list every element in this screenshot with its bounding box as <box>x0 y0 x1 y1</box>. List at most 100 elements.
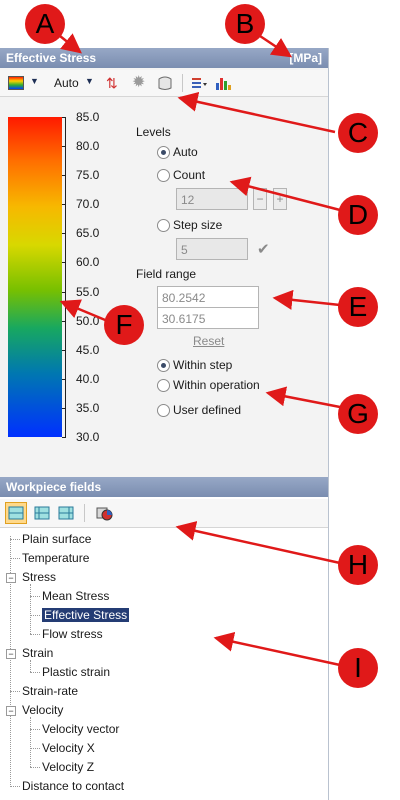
step-size-input[interactable]: 5 <box>176 238 248 260</box>
toolbar-separator <box>182 74 183 92</box>
tree-item-temperature[interactable]: Temperature <box>22 551 89 565</box>
legend-header: Effective Stress [MPa] <box>0 48 328 68</box>
color-palette-icon[interactable] <box>8 76 24 90</box>
scale-tick <box>62 407 66 409</box>
range-max-input[interactable]: 80.2542 <box>157 286 259 308</box>
tree-item-strain[interactable]: Strain <box>22 646 53 660</box>
scale-tick-label: 55.0 <box>76 284 100 299</box>
apply-check-icon[interactable]: ✔ <box>257 240 270 258</box>
scale-tick-label: 80.0 <box>76 139 100 154</box>
toolbar-separator <box>84 504 85 522</box>
levels-count-label: Count <box>173 168 206 182</box>
tree-guide-line <box>30 717 31 767</box>
callout-i: I <box>338 648 378 688</box>
scale-tick-label: 30.0 <box>76 430 100 444</box>
callout-d: D <box>338 195 378 235</box>
tree-item-plain-surface[interactable]: Plain surface <box>22 532 91 546</box>
scale-tick-label: 45.0 <box>76 342 100 357</box>
scale-tick <box>62 320 66 322</box>
mode-dropdown-label[interactable]: Auto <box>54 76 79 90</box>
scale-tick-label: 35.0 <box>76 400 100 415</box>
tree-guide-line <box>10 558 20 559</box>
palette-dropdown-icon[interactable]: ▼ <box>30 76 39 86</box>
collapse-toggle-icon[interactable]: − <box>6 573 16 583</box>
workpiece-title: Workpiece fields <box>6 480 102 494</box>
legend-unit: [MPa] <box>289 51 322 65</box>
view-mode-3-icon[interactable] <box>56 503 76 523</box>
callout-b: B <box>225 4 265 44</box>
field-range-heading: Field range <box>136 267 197 281</box>
within-operation-radio[interactable] <box>157 379 170 392</box>
scale-tick-label: 60.0 <box>76 255 100 270</box>
scale-tick-label: 40.0 <box>76 371 100 386</box>
callout-g: G <box>338 394 378 434</box>
tree-item-velocity-z[interactable]: Velocity Z <box>42 760 94 774</box>
levels-auto-radio[interactable] <box>157 146 170 159</box>
bar-chart-icon[interactable] <box>214 74 232 92</box>
count-input[interactable]: 12 <box>176 188 248 210</box>
tree-item-velocity-vector[interactable]: Velocity vector <box>42 722 119 736</box>
scale-tick <box>62 233 66 235</box>
tree-guide-line <box>30 748 40 749</box>
gear-icon[interactable]: ✹ <box>132 74 150 92</box>
scale-tick-label: 75.0 <box>76 168 100 183</box>
scale-tick <box>62 291 66 293</box>
scale-tick-label: 70.0 <box>76 197 100 212</box>
within-operation-label: Within operation <box>173 378 260 392</box>
levels-count-radio[interactable] <box>157 169 170 182</box>
tree-item-strain-rate[interactable]: Strain-rate <box>22 684 78 698</box>
swap-arrows-icon[interactable]: ⇅ <box>106 74 124 92</box>
scale-tick <box>62 146 66 148</box>
collapse-toggle-icon[interactable]: − <box>6 649 16 659</box>
scale-tick <box>62 175 66 177</box>
callout-f: F <box>104 305 144 345</box>
legend-title: Effective Stress <box>6 51 97 65</box>
tree-guide-line <box>30 596 40 597</box>
callout-a: A <box>25 4 65 44</box>
tree-item-velocity[interactable]: Velocity <box>22 703 63 717</box>
shape-icon[interactable] <box>156 74 174 92</box>
callout-c: C <box>338 113 378 153</box>
scale-tick-label: 85.0 <box>76 110 100 124</box>
reset-link[interactable]: Reset <box>193 334 224 348</box>
levels-step-label: Step size <box>173 218 223 232</box>
within-step-label: Within step <box>173 358 233 372</box>
within-step-radio[interactable] <box>157 359 170 372</box>
count-decrement-button[interactable]: − <box>253 188 267 210</box>
levels-step-radio[interactable] <box>157 219 170 232</box>
tree-guide-line <box>30 767 40 768</box>
tree-guide-line <box>30 660 31 672</box>
view-mode-1-icon[interactable] <box>5 502 27 524</box>
tree-guide-line <box>30 729 40 730</box>
tree-guide-line <box>10 539 20 540</box>
levels-auto-label: Auto <box>173 145 198 159</box>
scale-tick <box>62 204 66 206</box>
tree-item-flow-stress[interactable]: Flow stress <box>42 627 103 641</box>
scale-tick-label: 65.0 <box>76 226 100 241</box>
scale-tick <box>62 262 66 264</box>
scale-tick <box>62 349 66 351</box>
view-mode-2-icon[interactable] <box>32 503 52 523</box>
tree-item-distance-to-contact[interactable]: Distance to contact <box>22 779 124 793</box>
workpiece-toolbar <box>0 499 328 528</box>
list-settings-icon[interactable] <box>190 74 208 92</box>
tree-item-plastic-strain[interactable]: Plastic strain <box>42 665 110 679</box>
tree-item-effective-stress[interactable]: Effective Stress <box>42 608 130 622</box>
user-defined-radio[interactable] <box>157 404 170 417</box>
workpiece-color-icon[interactable] <box>94 503 114 523</box>
tree-item-mean-stress[interactable]: Mean Stress <box>42 589 109 603</box>
levels-heading: Levels <box>136 125 171 139</box>
count-increment-button[interactable]: + <box>273 188 287 210</box>
range-min-input[interactable]: 30.6175 <box>157 307 259 329</box>
tree-item-velocity-x[interactable]: Velocity X <box>42 741 95 755</box>
collapse-toggle-icon[interactable]: − <box>6 706 16 716</box>
tree-guide-line <box>30 672 40 673</box>
color-scale-bar <box>8 117 62 437</box>
tree-item-stress[interactable]: Stress <box>22 570 56 584</box>
legend-toolbar: ▼ Auto ▼ ⇅ ✹ <box>0 70 328 97</box>
callout-e: E <box>338 287 378 327</box>
tree-guide-line <box>30 634 40 635</box>
scale-tick <box>62 378 66 380</box>
scale-tick <box>62 117 66 118</box>
mode-dropdown-icon[interactable]: ▼ <box>85 76 94 86</box>
